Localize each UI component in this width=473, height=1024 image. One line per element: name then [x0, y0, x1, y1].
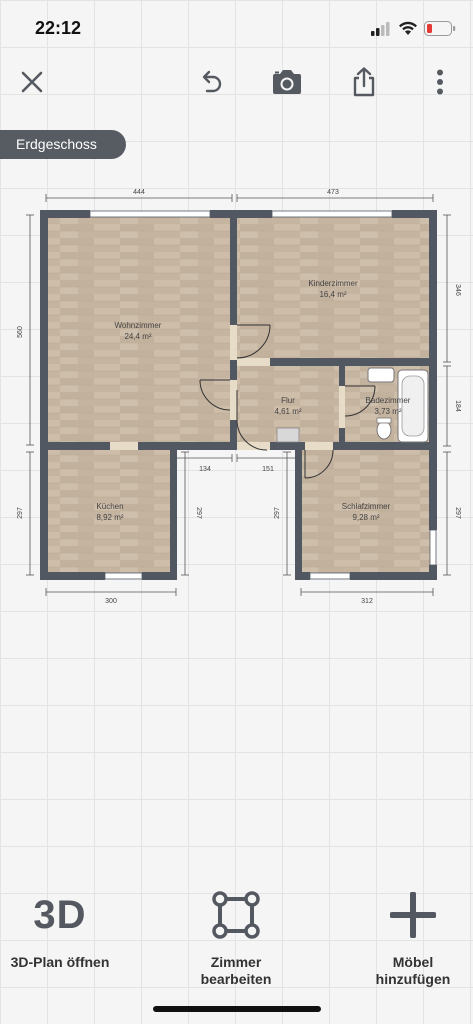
- status-bar: 22:12: [0, 0, 473, 52]
- plus-icon: [390, 892, 436, 938]
- dim-schlafzimmer-width: 312: [361, 598, 373, 605]
- dim-schlafzimmer-height-right: 297: [454, 507, 461, 519]
- close-icon: [21, 71, 43, 93]
- dim-kuechen-height: 297: [17, 507, 24, 519]
- room-name-badezimmer: Badezimmer: [366, 396, 411, 405]
- undo-button[interactable]: [191, 62, 231, 102]
- room-area-badezimmer: 3,73 m²: [374, 407, 401, 416]
- room-area-kinderzimmer: 16,4 m²: [319, 290, 346, 299]
- close-button[interactable]: [12, 62, 52, 102]
- wifi-icon: [399, 21, 417, 35]
- floor-plan[interactable]: Wohnzimmer 24,4 m² Kinderzimmer 16,4 m² …: [0, 180, 473, 610]
- dim-kuechen-width: 300: [105, 598, 117, 605]
- share-button[interactable]: [344, 62, 384, 102]
- floor-selector[interactable]: Erdgeschoss: [0, 130, 126, 159]
- top-toolbar: [0, 52, 473, 112]
- battery-icon: [424, 21, 456, 36]
- edit-rooms-label-line2: bearbeiten: [200, 971, 272, 987]
- dim-wohnzimmer-width: 444: [133, 189, 145, 196]
- undo-icon: [202, 70, 222, 93]
- add-furniture-label-line1: Möbel: [392, 954, 434, 970]
- room-area-wohnzimmer: 24,4 m²: [124, 332, 151, 341]
- room-area-flur: 4,61 m²: [274, 407, 301, 416]
- edit-rooms-label-line1: Zimmer: [210, 954, 262, 970]
- open-3d-plan-label: 3D-Plan öffnen: [10, 954, 110, 970]
- dim-gap-left: 134: [199, 466, 211, 473]
- room-name-wohnzimmer: Wohnzimmer: [115, 321, 162, 330]
- room-name-schlafzimmer: Schlafzimmer: [342, 502, 391, 511]
- dim-badezimmer-height: 184: [454, 400, 461, 412]
- camera-button[interactable]: [267, 62, 307, 102]
- room-area-schlafzimmer: 9,28 m²: [352, 513, 379, 522]
- camera-icon: [273, 70, 301, 94]
- bottom-action-bar: 3D 3D-Plan öffnen Zimmer bearbeiten Möbe…: [0, 870, 473, 1024]
- room-name-kinderzimmer: Kinderzimmer: [308, 279, 358, 288]
- share-icon: [353, 67, 375, 97]
- status-time: 22:12: [35, 18, 82, 38]
- dim-kuechen-height-right: 297: [195, 507, 202, 519]
- 3d-icon: 3D: [33, 892, 87, 937]
- dim-kinderzimmer-height: 346: [454, 284, 461, 296]
- home-indicator[interactable]: [153, 1006, 321, 1012]
- dim-gap-right: 151: [262, 466, 274, 473]
- dim-wohnzimmer-height: 560: [17, 326, 24, 338]
- add-furniture-label-line2: hinzufügen: [375, 971, 451, 987]
- edit-rooms-button[interactable]: Zimmer bearbeiten: [166, 884, 306, 988]
- room-area-kuechen: 8,92 m²: [96, 513, 123, 522]
- dim-schlafzimmer-height-left: 297: [274, 507, 281, 519]
- dim-kinderzimmer-width: 473: [327, 189, 339, 196]
- room-name-flur: Flur: [281, 396, 295, 405]
- add-furniture-button[interactable]: Möbel hinzufügen: [343, 884, 473, 988]
- more-vertical-icon: [437, 69, 443, 95]
- edit-rooms-icon: [212, 891, 260, 939]
- more-button[interactable]: [420, 62, 460, 102]
- signal-icon: [371, 22, 390, 36]
- open-3d-plan-button[interactable]: 3D 3D-Plan öffnen: [0, 884, 130, 971]
- room-name-kuechen: Küchen: [96, 502, 123, 511]
